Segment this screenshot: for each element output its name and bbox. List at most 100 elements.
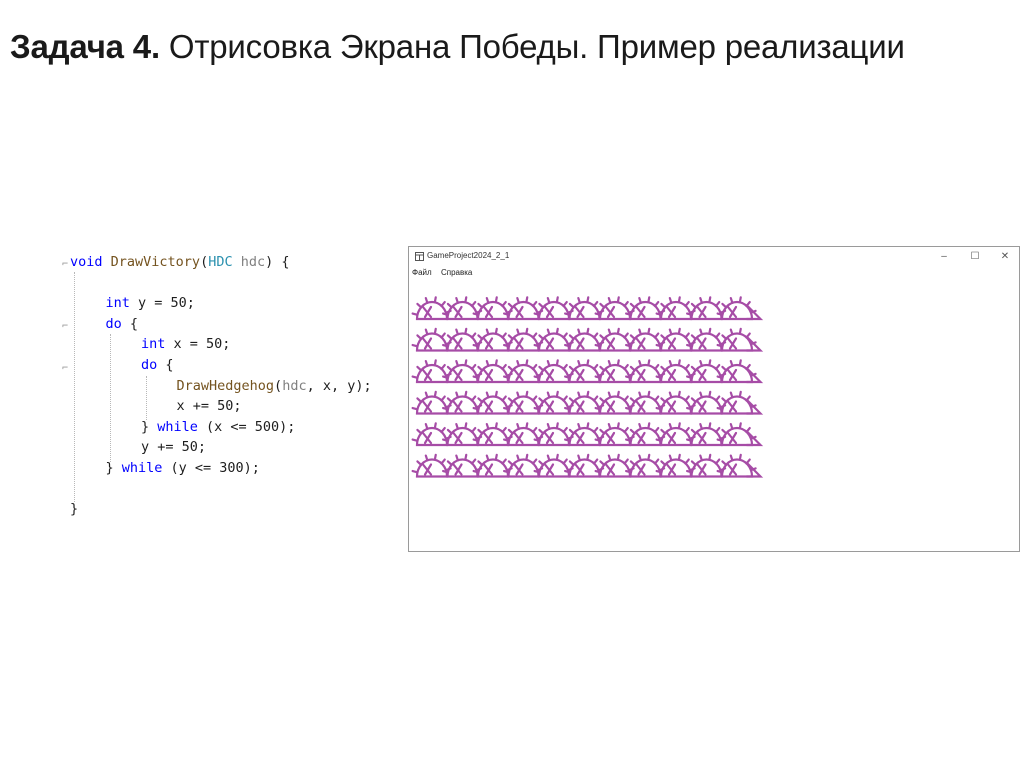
hedgehog bbox=[472, 453, 513, 478]
code-line: } while (y <= 300); bbox=[106, 458, 260, 478]
hedgehog bbox=[655, 422, 696, 447]
menu-bar: Файл Справка bbox=[409, 267, 1019, 281]
hedgehog bbox=[594, 422, 635, 447]
hedgehog bbox=[625, 422, 666, 447]
hedgehog bbox=[503, 390, 544, 415]
code-token: hdc bbox=[240, 254, 266, 270]
hedgehog bbox=[411, 453, 452, 478]
hedgehog bbox=[442, 359, 483, 384]
code-token: do bbox=[141, 357, 158, 373]
hedgehog bbox=[533, 296, 574, 321]
hedgehog bbox=[655, 327, 696, 352]
hedgehog bbox=[686, 296, 727, 321]
code-token: y += 50; bbox=[141, 439, 207, 456]
code-token: } bbox=[141, 418, 158, 435]
fold-marker[interactable]: ⌐ bbox=[62, 260, 68, 270]
code-token: hdc bbox=[282, 377, 307, 394]
hedgehog bbox=[503, 453, 544, 478]
code-line: x += 50; bbox=[177, 396, 242, 416]
hedgehog bbox=[564, 390, 605, 415]
code-token: ( bbox=[274, 377, 283, 394]
code-token: while bbox=[121, 460, 163, 476]
slide-title-bold: Задача 4. bbox=[10, 28, 160, 65]
hedgehog bbox=[533, 422, 574, 447]
hedgehog bbox=[655, 359, 696, 384]
code-line: } while (x <= 500); bbox=[141, 417, 295, 437]
code-token: DrawHedgehog bbox=[176, 377, 275, 394]
hedgehog bbox=[411, 359, 452, 384]
hedgehog bbox=[625, 296, 666, 321]
hedgehog-nose bbox=[745, 398, 764, 415]
hedgehog bbox=[564, 359, 605, 384]
hedgehog bbox=[625, 453, 666, 478]
hedgehog bbox=[564, 296, 605, 321]
hedgehog bbox=[625, 327, 666, 352]
code-token: HDC bbox=[208, 254, 233, 270]
hedgehog bbox=[594, 296, 635, 321]
hedgehog bbox=[594, 390, 635, 415]
hedgehog bbox=[625, 390, 666, 415]
hedgehog-nose bbox=[745, 430, 764, 447]
hedgehog-nose bbox=[745, 367, 764, 384]
indent-guide bbox=[74, 272, 75, 502]
hedgehog bbox=[503, 327, 544, 352]
code-line: void DrawVictory(HDC hdc) { bbox=[70, 252, 290, 272]
indent-guide bbox=[146, 376, 147, 420]
hedgehog bbox=[655, 453, 696, 478]
hedgehog bbox=[472, 327, 513, 352]
hedgehog bbox=[533, 453, 574, 478]
hedgehog bbox=[533, 359, 574, 384]
close-button[interactable]: ✕ bbox=[990, 249, 1020, 265]
menu-file[interactable]: Файл bbox=[412, 268, 432, 277]
hedgehog-nose bbox=[745, 461, 764, 478]
menu-help[interactable]: Справка bbox=[441, 268, 472, 277]
hedgehog bbox=[686, 453, 727, 478]
window-title: GameProject2024_2_1 bbox=[427, 251, 510, 260]
hedgehog bbox=[411, 296, 452, 321]
hedgehog bbox=[503, 296, 544, 321]
hedgehog bbox=[686, 359, 727, 384]
code-line: do { bbox=[141, 355, 174, 375]
fold-marker[interactable]: ⌐ bbox=[62, 322, 68, 332]
slide-title-rest: Отрисовка Экрана Победы. Пример реализац… bbox=[159, 28, 905, 65]
hedgehog bbox=[442, 453, 483, 478]
code-line: y += 50; bbox=[141, 437, 206, 457]
hedgehog bbox=[655, 390, 696, 415]
maximize-button[interactable]: ☐ bbox=[960, 249, 990, 265]
code-token: int bbox=[141, 336, 166, 353]
code-token: } bbox=[70, 501, 79, 518]
hedgehog bbox=[411, 390, 452, 415]
code-line: } bbox=[70, 499, 78, 519]
hedgehog-canvas bbox=[411, 296, 764, 478]
code-token: DrawVictory bbox=[110, 254, 201, 270]
code-line: do { bbox=[106, 314, 139, 334]
hedgehog bbox=[442, 296, 483, 321]
app-icon bbox=[415, 252, 424, 261]
app-window: GameProject2024_2_1 – ☐ ✕ Файл Справка bbox=[408, 246, 1020, 552]
hedgehog bbox=[472, 296, 513, 321]
code-line: int y = 50; bbox=[106, 293, 195, 313]
client-area bbox=[409, 283, 1019, 551]
slide-title: Задача 4. Отрисовка Экрана Победы. Приме… bbox=[10, 28, 905, 66]
hedgehog bbox=[625, 359, 666, 384]
code-token: do bbox=[105, 315, 122, 332]
fold-marker[interactable]: ⌐ bbox=[62, 364, 68, 374]
hedgehog bbox=[472, 422, 513, 447]
hedgehog bbox=[411, 327, 452, 352]
code-token: while bbox=[157, 418, 198, 435]
code-line: int x = 50; bbox=[141, 334, 230, 354]
minimize-button[interactable]: – bbox=[929, 249, 959, 265]
hedgehog bbox=[503, 359, 544, 384]
code-snippet: ⌐ ⌐ ⌐ void DrawVictory(HDC hdc) { int y =… bbox=[62, 248, 402, 538]
hedgehog bbox=[655, 296, 696, 321]
code-token: ) { bbox=[265, 254, 290, 270]
hedgehog bbox=[503, 422, 544, 447]
hedgehog bbox=[564, 453, 605, 478]
window-titlebar[interactable]: GameProject2024_2_1 – ☐ ✕ bbox=[409, 247, 1019, 267]
code-token: y = 50; bbox=[129, 295, 195, 312]
hedgehog bbox=[472, 390, 513, 415]
hedgehog bbox=[411, 422, 452, 447]
code-token: { bbox=[157, 357, 174, 373]
hedgehog bbox=[472, 359, 513, 384]
